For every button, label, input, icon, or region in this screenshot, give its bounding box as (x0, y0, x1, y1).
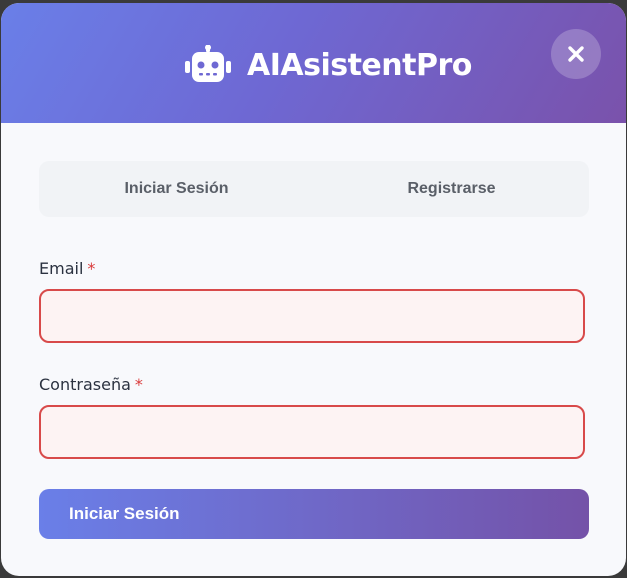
auth-tabs: Iniciar Sesión Registrarse (39, 161, 589, 217)
app-title: AIAsistentPro (247, 47, 472, 83)
tab-register[interactable]: Registrarse (314, 161, 589, 217)
email-input[interactable] (39, 289, 585, 343)
auth-modal: AIAsistentPro Iniciar Sesión Registrarse… (1, 3, 626, 576)
email-label-text: Email (39, 259, 84, 278)
required-marker: * (87, 259, 96, 278)
password-input[interactable] (39, 405, 585, 459)
email-label: Email * (39, 259, 95, 278)
required-marker: * (134, 375, 143, 394)
brand: AIAsistentPro (185, 43, 472, 87)
close-icon (568, 46, 584, 62)
close-button[interactable] (551, 29, 601, 79)
password-label: Contraseña * (39, 375, 143, 394)
tab-login[interactable]: Iniciar Sesión (39, 161, 314, 217)
modal-header: AIAsistentPro (1, 3, 626, 123)
login-submit-button[interactable]: Iniciar Sesión (39, 489, 589, 539)
password-label-text: Contraseña (39, 375, 131, 394)
robot-icon (185, 45, 231, 82)
